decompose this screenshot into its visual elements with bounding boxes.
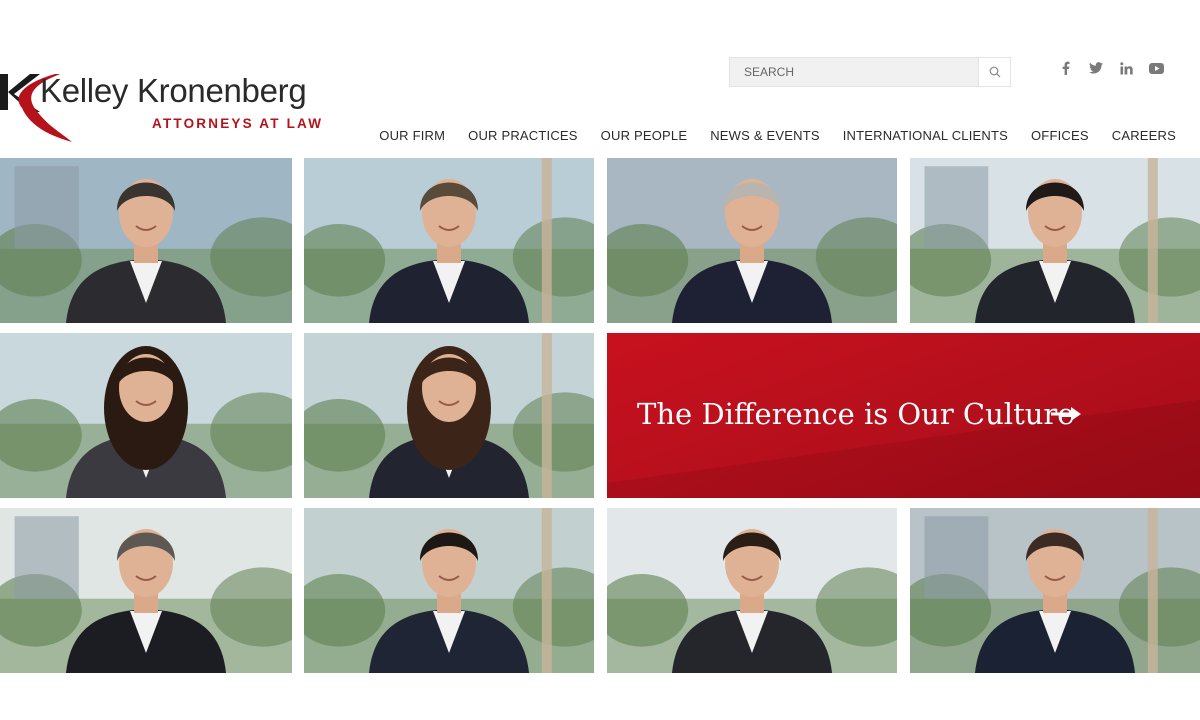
portrait-image	[910, 158, 1200, 323]
attorney-photo-6[interactable]	[304, 333, 594, 498]
nav-international-clients[interactable]: INTERNATIONAL CLIENTS	[843, 128, 1008, 143]
nav-news-events[interactable]: NEWS & EVENTS	[710, 128, 820, 143]
search-box	[729, 57, 1011, 87]
attorney-photo-1[interactable]	[0, 158, 292, 323]
arrow-right-icon	[1051, 407, 1081, 421]
portrait-image	[304, 508, 594, 673]
nav-our-people[interactable]: OUR PEOPLE	[601, 128, 688, 143]
attorney-photo-2[interactable]	[304, 158, 594, 323]
attorney-photo-5[interactable]	[0, 333, 292, 498]
main-navigation: OUR FIRM OUR PRACTICES OUR PEOPLE NEWS &…	[379, 128, 1176, 143]
attorney-photo-3[interactable]	[607, 158, 897, 323]
nav-our-firm[interactable]: OUR FIRM	[379, 128, 445, 143]
portrait-image	[607, 508, 897, 673]
attorney-photo-10[interactable]	[910, 508, 1200, 673]
search-button[interactable]	[978, 58, 1010, 86]
culture-banner[interactable]: The Difference is Our Culture	[607, 333, 1200, 498]
brand-name: Kelley Kronenberg	[40, 72, 307, 109]
portrait-image	[0, 333, 292, 498]
attorney-photo-4[interactable]	[910, 158, 1200, 323]
nav-offices[interactable]: OFFICES	[1031, 128, 1089, 143]
portrait-image	[304, 333, 594, 498]
portrait-image	[607, 158, 897, 323]
social-links	[1058, 60, 1164, 76]
culture-banner-text: The Difference is Our Culture	[637, 397, 1075, 431]
search-input[interactable]	[730, 58, 980, 86]
search-icon	[989, 66, 1000, 78]
twitter-icon[interactable]	[1088, 60, 1104, 76]
company-logo[interactable]: Kelley Kronenberg ATTORNEYS AT LAW	[0, 58, 340, 142]
portrait-image	[304, 158, 594, 323]
nav-careers[interactable]: CAREERS	[1112, 128, 1176, 143]
people-grid: The Difference is Our Culture	[0, 158, 1200, 674]
facebook-icon[interactable]	[1058, 60, 1074, 76]
linkedin-icon[interactable]	[1118, 60, 1134, 76]
brand-tagline: ATTORNEYS AT LAW	[152, 116, 324, 131]
attorney-photo-9[interactable]	[607, 508, 897, 673]
portrait-image	[910, 508, 1200, 673]
portrait-image	[0, 158, 292, 323]
attorney-photo-7[interactable]	[0, 508, 292, 673]
attorney-photo-8[interactable]	[304, 508, 594, 673]
nav-our-practices[interactable]: OUR PRACTICES	[468, 128, 578, 143]
youtube-icon[interactable]	[1148, 60, 1164, 76]
portrait-image	[0, 508, 292, 673]
